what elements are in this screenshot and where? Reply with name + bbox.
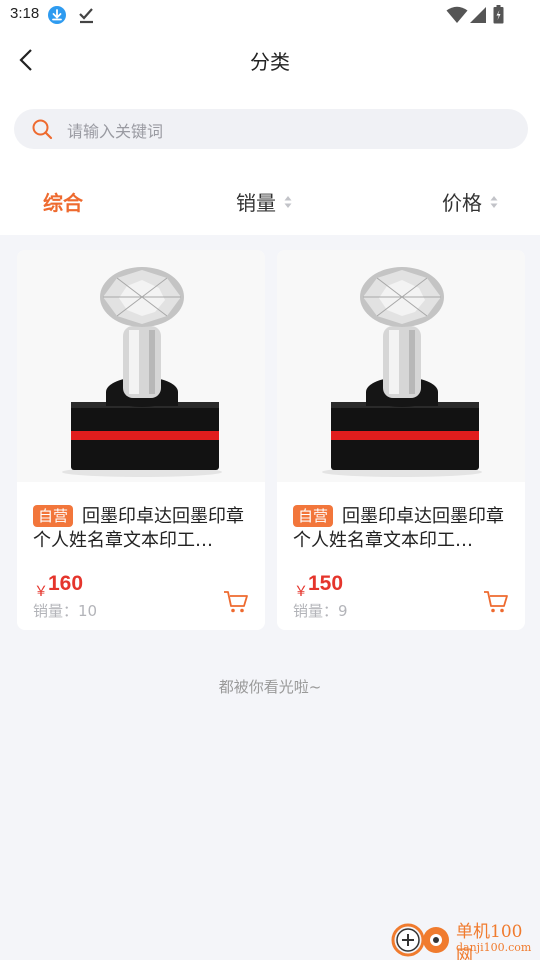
self-operated-badge: 自营 xyxy=(33,505,74,527)
sales-count: 销量：10 xyxy=(33,600,97,621)
search-icon xyxy=(32,119,53,140)
sales-value: 10 xyxy=(78,602,98,620)
signal-icon xyxy=(470,7,486,23)
currency-symbol: ￥ xyxy=(34,584,48,600)
sales-count: 销量：9 xyxy=(293,600,348,621)
status-time: 3:18 xyxy=(10,5,40,22)
product-title[interactable]: 自营 回墨印卓达回墨印章个人姓名章文本印工… xyxy=(293,505,515,553)
sales-value: 9 xyxy=(338,602,348,620)
sort-icon xyxy=(490,196,498,208)
sales-label: 销量： xyxy=(33,602,79,620)
tab-comprehensive[interactable]: 综合 xyxy=(43,187,83,216)
wifi-icon xyxy=(446,6,468,23)
sales-label: 销量： xyxy=(293,602,339,620)
header: 分类 请输入关键词 综合 销量 价格 xyxy=(0,30,540,235)
product-price: 160 xyxy=(48,572,84,595)
product-card[interactable]: 自营 回墨印卓达回墨印章个人姓名章文本印工… ￥ 160 销量：10 xyxy=(17,250,265,630)
watermark: 单机100网 danji100.com xyxy=(388,914,538,960)
download-icon xyxy=(48,6,66,24)
cart-icon[interactable] xyxy=(223,590,249,614)
product-card[interactable]: 自营 回墨印卓达回墨印章个人姓名章文本印工… ￥ 150 销量：9 xyxy=(277,250,525,630)
product-title[interactable]: 自营 回墨印卓达回墨印章个人姓名章文本印工… xyxy=(33,505,255,553)
battery-icon xyxy=(493,5,504,24)
product-price: 150 xyxy=(308,572,344,595)
page-title: 分类 xyxy=(250,50,290,74)
self-operated-badge: 自营 xyxy=(293,505,334,527)
status-bar: 3:18 xyxy=(0,0,540,30)
tab-price[interactable]: 价格 xyxy=(442,187,482,216)
cart-icon[interactable] xyxy=(483,590,509,614)
watermark-url: danji100.com xyxy=(456,941,532,954)
tab-sales[interactable]: 销量 xyxy=(236,187,276,216)
search-input[interactable]: 请输入关键词 xyxy=(14,109,528,149)
sort-icon xyxy=(284,196,292,208)
watermark-logo-icon xyxy=(391,923,449,957)
product-image[interactable] xyxy=(277,250,525,482)
currency-symbol: ￥ xyxy=(294,584,308,600)
product-image[interactable] xyxy=(17,250,265,482)
search-placeholder: 请输入关键词 xyxy=(67,122,164,141)
end-of-list-text: 都被你看光啦~ xyxy=(218,678,322,696)
check-icon xyxy=(79,8,93,24)
